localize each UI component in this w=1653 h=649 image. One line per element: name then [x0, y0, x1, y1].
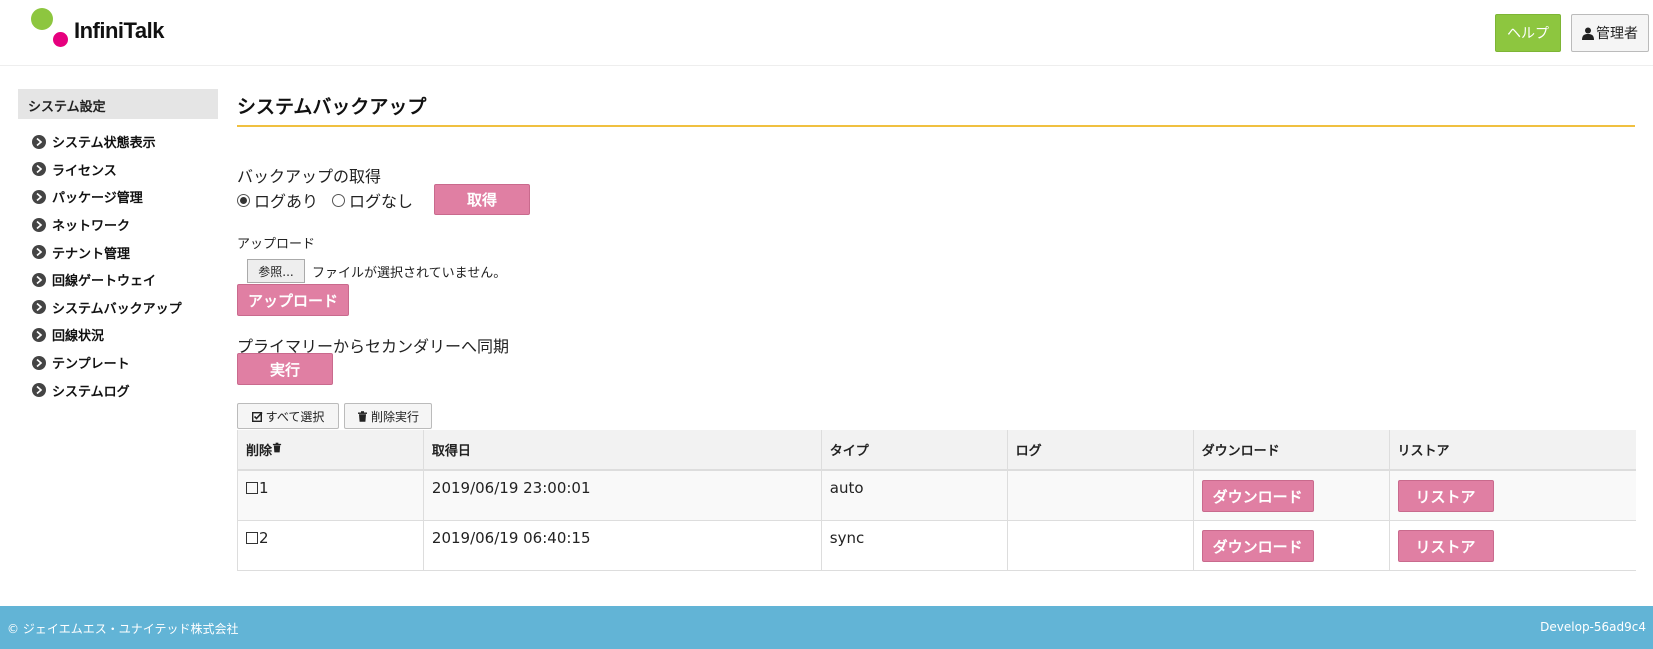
download-cell: ダウンロード — [1192, 520, 1390, 571]
logo-green-dot — [31, 8, 53, 30]
sidebar-item-template[interactable]: テンプレート — [32, 349, 182, 377]
chevron-right-icon — [32, 162, 46, 177]
sidebar-item-label: テンプレート — [52, 357, 130, 373]
sidebar-item-label: パッケージ管理 — [52, 191, 143, 207]
type-cell: sync — [820, 520, 1008, 571]
row-id: 2 — [259, 529, 269, 547]
sidebar-item-label: 回線状況 — [52, 329, 105, 345]
backup-log-options: ログあり ログなし — [237, 188, 427, 212]
page-title: システムバックアップ — [237, 96, 427, 118]
type-cell: auto — [820, 470, 1008, 521]
logo-text: InfiniTalk — [74, 18, 164, 43]
radio-without-log-control[interactable] — [332, 193, 346, 207]
select-all-button[interactable]: すべて選択 — [237, 403, 339, 429]
file-input: 参照... ファイルが選択されていません。 — [247, 259, 506, 283]
footer: © ジェイエムエス・ユナイテッド株式会社 Develop-56ad9c4 — [0, 606, 1653, 649]
backup-table: 削除 取得日 タイプ ログ ダウンロード リストア 1 2019/06/19 2… — [237, 430, 1636, 571]
sidebar-item-package[interactable]: パッケージ管理 — [32, 183, 182, 211]
sidebar-item-system-log[interactable]: システムログ — [32, 376, 182, 404]
sidebar-item-label: ライセンス — [52, 163, 117, 179]
admin-user-button[interactable]: 管理者 — [1571, 14, 1649, 52]
log-cell — [1006, 520, 1194, 571]
sidebar-item-label: ネットワーク — [52, 219, 131, 235]
table-header-row: 削除 取得日 タイプ ログ ダウンロード リストア — [237, 430, 1636, 471]
radio-without-log-label: ログなし — [349, 192, 414, 211]
col-type: タイプ — [820, 430, 1008, 471]
row-delete-checkbox[interactable] — [246, 482, 258, 494]
check-square-icon — [251, 411, 263, 422]
admin-label: 管理者 — [1596, 26, 1638, 42]
infinitalk-logo[interactable]: InfiniTalk — [28, 6, 198, 52]
col-delete-label: 削除 — [246, 444, 273, 459]
chevron-right-icon — [32, 245, 46, 260]
radio-with-log[interactable]: ログあり — [237, 188, 318, 212]
col-date: 取得日 — [422, 430, 822, 471]
sidebar-item-line-status[interactable]: 回線状況 — [32, 321, 182, 349]
sidebar-item-label: 回線ゲートウェイ — [52, 274, 157, 290]
row-id: 1 — [259, 479, 269, 497]
delete-cell: 1 — [237, 470, 424, 521]
trash-icon — [272, 442, 282, 453]
chevron-right-icon — [32, 134, 46, 149]
col-delete: 削除 — [237, 430, 424, 471]
download-cell: ダウンロード — [1192, 470, 1390, 521]
radio-with-log-control[interactable] — [237, 193, 250, 207]
help-button[interactable]: ヘルプ — [1495, 14, 1561, 52]
trash-icon — [357, 410, 367, 422]
chevron-right-icon — [32, 217, 46, 232]
delete-cell: 2 — [237, 520, 424, 571]
col-download: ダウンロード — [1192, 430, 1390, 471]
sidebar-menu: システム状態表示 ライセンス パッケージ管理 ネットワーク テナント管理 回線ゲ… — [32, 128, 182, 404]
sidebar-item-system-status[interactable]: システム状態表示 — [32, 128, 182, 156]
backup-section-label: バックアップの取得 — [237, 167, 382, 186]
download-button[interactable]: ダウンロード — [1201, 530, 1314, 562]
restore-cell: リストア — [1388, 470, 1636, 521]
title-divider — [237, 125, 1635, 127]
delete-exec-label: 削除実行 — [370, 409, 419, 424]
logo-pink-dot — [53, 32, 68, 47]
table-row: 2 2019/06/19 06:40:15 sync ダウンロード リストア — [237, 520, 1636, 571]
get-backup-button[interactable]: 取得 — [434, 184, 530, 215]
download-button[interactable]: ダウンロード — [1201, 480, 1314, 512]
sidebar-item-label: システム状態表示 — [52, 136, 156, 152]
user-icon — [1582, 27, 1594, 40]
sidebar-heading: システム設定 — [18, 89, 218, 119]
restore-cell: リストア — [1388, 520, 1636, 571]
upload-button[interactable]: アップロード — [237, 284, 349, 316]
radio-without-log[interactable]: ログなし — [332, 188, 413, 212]
chevron-right-icon — [32, 383, 46, 398]
sidebar-item-gateway[interactable]: 回線ゲートウェイ — [32, 266, 182, 294]
sidebar-item-network[interactable]: ネットワーク — [32, 211, 182, 239]
upload-section-label: アップロード — [237, 237, 316, 252]
version-text: Develop-56ad9c4 — [1540, 620, 1646, 634]
sidebar-item-label: システムログ — [52, 384, 130, 400]
chevron-right-icon — [32, 272, 46, 287]
sidebar-item-label: システムバックアップ — [52, 301, 182, 317]
browse-button[interactable]: 参照... — [247, 259, 305, 283]
table-row: 1 2019/06/19 23:00:01 auto ダウンロード リストア — [237, 470, 1636, 521]
date-cell: 2019/06/19 06:40:15 — [422, 520, 822, 571]
sidebar-item-label: テナント管理 — [52, 246, 131, 262]
header: InfiniTalk ヘルプ 管理者 — [0, 0, 1653, 66]
chevron-right-icon — [32, 327, 46, 342]
restore-button[interactable]: リストア — [1397, 530, 1494, 562]
copyright-text: © ジェイエムエス・ユナイテッド株式会社 — [7, 622, 239, 636]
select-all-label: すべて選択 — [265, 409, 325, 424]
sync-exec-button[interactable]: 実行 — [237, 353, 333, 385]
radio-with-log-label: ログあり — [254, 192, 319, 211]
sidebar-item-license[interactable]: ライセンス — [32, 156, 182, 184]
chevron-right-icon — [32, 355, 46, 370]
sidebar-item-system-backup[interactable]: システムバックアップ — [32, 294, 182, 322]
row-delete-checkbox[interactable] — [246, 532, 258, 544]
col-restore: リストア — [1388, 430, 1636, 471]
file-status-text: ファイルが選択されていません。 — [312, 265, 507, 281]
date-cell: 2019/06/19 23:00:01 — [422, 470, 822, 521]
delete-exec-button[interactable]: 削除実行 — [344, 403, 432, 429]
chevron-right-icon — [32, 189, 46, 204]
log-cell — [1006, 470, 1194, 521]
col-log: ログ — [1006, 430, 1194, 471]
restore-button[interactable]: リストア — [1397, 480, 1494, 512]
chevron-right-icon — [32, 300, 46, 315]
sidebar-item-tenant[interactable]: テナント管理 — [32, 238, 182, 266]
